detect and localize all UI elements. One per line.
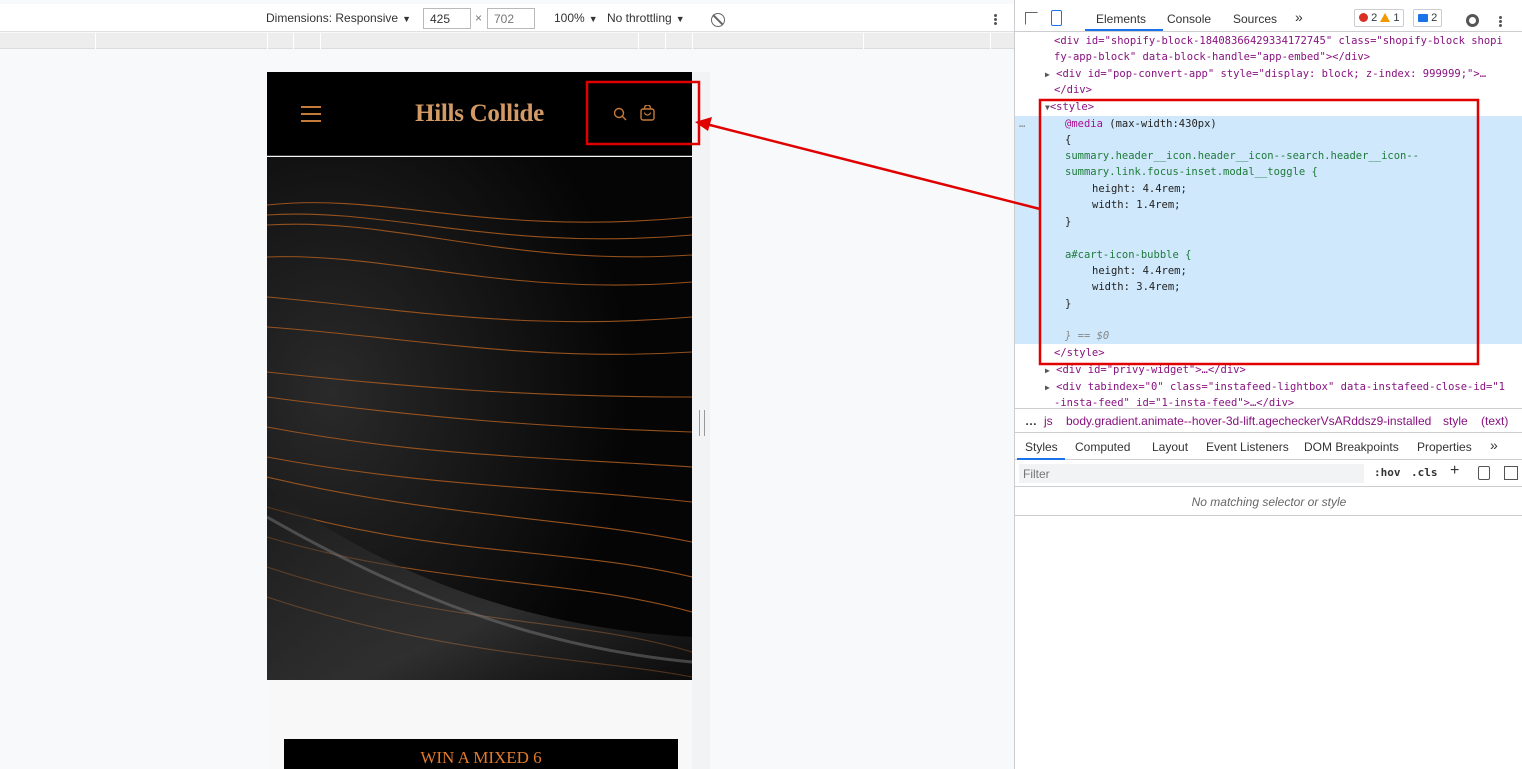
- breadcrumb-item-text[interactable]: (text): [1481, 414, 1508, 428]
- css-line[interactable]: {: [1065, 132, 1071, 148]
- zoom-label: 100%: [554, 11, 585, 25]
- issues-badge[interactable]: 2 1: [1354, 9, 1405, 27]
- breadcrumb-item-js[interactable]: js: [1044, 414, 1053, 428]
- hero-banner-image: [267, 157, 692, 680]
- cart-icon[interactable]: [640, 105, 655, 121]
- promo-text: WIN A MIXED 6: [420, 748, 542, 767]
- breadcrumb-item-body[interactable]: body.gradient.animate--hover-3d-lift.age…: [1066, 414, 1431, 428]
- throttling-label: No throttling: [607, 11, 672, 25]
- css-declaration[interactable]: width: 3.4rem;: [1092, 279, 1181, 295]
- device-toolbar: Dimensions: Responsive▼ × 100%▼ No throt…: [0, 4, 1014, 32]
- selected-node-marker: } == $0: [1065, 330, 1110, 342]
- device-emulation-pane: Dimensions: Responsive▼ × 100%▼ No throt…: [0, 0, 1014, 769]
- dimensions-dropdown[interactable]: Dimensions: Responsive ▼: [266, 11, 411, 25]
- dom-line[interactable]: ▶ <div id="pop-convert-app" style="displ…: [1045, 66, 1486, 83]
- zoom-dropdown[interactable]: 100% ▼: [554, 11, 598, 25]
- styles-filter-input[interactable]: [1019, 464, 1364, 483]
- width-input[interactable]: [423, 8, 471, 29]
- resize-handle[interactable]: [699, 410, 705, 436]
- css-selector[interactable]: summary.link.focus-inset.modal__toggle {: [1065, 164, 1318, 180]
- inspect-element-icon[interactable]: [1025, 12, 1038, 25]
- more-options-icon[interactable]: [1496, 15, 1504, 19]
- more-subtabs-icon[interactable]: »: [1490, 437, 1498, 453]
- dom-line[interactable]: ▶ <div id="privy-widget">…</div>: [1045, 362, 1246, 379]
- error-count: 2: [1371, 12, 1378, 24]
- styles-subtabbar: Styles Computed Layout Event Listeners D…: [1015, 434, 1522, 460]
- tab-elements[interactable]: Elements: [1096, 12, 1146, 26]
- no-match-message: No matching selector or style: [1015, 488, 1522, 516]
- css-line[interactable]: @media (max-width:430px): [1065, 116, 1217, 132]
- device-viewport: Hills Collide WIN A MIXED 6: [267, 72, 692, 769]
- dom-line[interactable]: </div>: [1054, 82, 1092, 98]
- toggle-sidebar-icon[interactable]: [1504, 466, 1518, 480]
- dom-line[interactable]: fy-app-block" data-block-handle="app-emb…: [1054, 49, 1370, 65]
- height-input[interactable]: [487, 8, 535, 29]
- messages-badge[interactable]: 2: [1413, 9, 1443, 27]
- tab-styles[interactable]: Styles: [1025, 440, 1058, 454]
- css-declaration[interactable]: width: 1.4rem;: [1092, 197, 1181, 213]
- tab-dom-breakpoints[interactable]: DOM Breakpoints: [1304, 440, 1399, 454]
- node-gutter-menu[interactable]: …: [1019, 116, 1025, 132]
- devtools-panel: Elements Console Sources » 2 1 2 … <div …: [1014, 0, 1522, 769]
- hov-toggle[interactable]: :hov: [1374, 466, 1401, 479]
- dom-line-text: <div id="privy-widget">…</div>: [1056, 364, 1246, 376]
- tab-properties[interactable]: Properties: [1417, 440, 1472, 454]
- dom-line[interactable]: <div id="shopify-block-18408366429334172…: [1054, 33, 1503, 49]
- paint-icon[interactable]: [1478, 466, 1490, 480]
- dom-line-text: <div tabindex="0" class="instafeed-light…: [1056, 381, 1505, 393]
- cls-toggle[interactable]: .cls: [1411, 466, 1438, 479]
- times-sign: ×: [475, 11, 483, 25]
- site-header: Hills Collide: [267, 72, 692, 156]
- active-tab-indicator: [1085, 29, 1163, 31]
- more-options-icon[interactable]: [990, 13, 1000, 27]
- device-toolbar-icon[interactable]: [1051, 10, 1062, 26]
- dimensions-label: Dimensions: Responsive: [266, 11, 399, 25]
- dom-tree[interactable]: … <div id="shopify-block-184083664293341…: [1015, 33, 1522, 408]
- dom-line[interactable]: </style>: [1054, 345, 1105, 361]
- dom-line-text: <div id="pop-convert-app" style="display…: [1056, 68, 1487, 80]
- styles-filter-bar: :hov .cls +: [1015, 460, 1522, 487]
- message-icon: [1418, 14, 1428, 22]
- search-icon[interactable]: [613, 107, 627, 121]
- warning-icon: [1380, 13, 1391, 22]
- css-query: (max-width:430px): [1102, 118, 1217, 130]
- breadcrumb-item-style[interactable]: style: [1443, 414, 1468, 428]
- error-icon: [1359, 13, 1368, 22]
- chevron-down-icon: ▼: [675, 14, 685, 24]
- more-tabs-icon[interactable]: »: [1295, 9, 1303, 25]
- chevron-down-icon: ▼: [588, 14, 598, 24]
- tab-layout[interactable]: Layout: [1152, 440, 1188, 454]
- devtools-tabbar: Elements Console Sources » 2 1 2: [1015, 4, 1522, 32]
- message-count: 2: [1431, 12, 1438, 24]
- css-line[interactable]: }: [1065, 296, 1071, 312]
- breadcrumb-overflow[interactable]: …: [1025, 414, 1037, 428]
- warning-count: 1: [1393, 12, 1400, 24]
- tab-event-listeners[interactable]: Event Listeners: [1206, 440, 1289, 454]
- dom-line-text: <style>: [1049, 101, 1095, 113]
- rotate-icon[interactable]: [711, 13, 725, 27]
- tab-sources[interactable]: Sources: [1233, 12, 1277, 26]
- add-rule-button[interactable]: +: [1450, 462, 1459, 480]
- breadcrumb: … js body.gradient.animate--hover-3d-lif…: [1015, 408, 1522, 433]
- css-keyword: @media: [1065, 118, 1103, 130]
- dom-line[interactable]: -insta-feed" id="1-insta-feed">…</div>: [1054, 395, 1294, 408]
- dom-line-style[interactable]: ▼<style>: [1045, 99, 1094, 116]
- dom-line[interactable]: ▶ <div tabindex="0" class="instafeed-lig…: [1045, 379, 1505, 396]
- chevron-down-icon: ▼: [402, 14, 411, 24]
- css-selector[interactable]: a#cart-icon-bubble {: [1065, 247, 1191, 263]
- css-selector[interactable]: summary.header__icon.header__icon--searc…: [1065, 148, 1419, 164]
- css-line[interactable]: }: [1065, 214, 1071, 230]
- throttling-dropdown[interactable]: No throttling ▼: [607, 11, 685, 25]
- promo-bar[interactable]: WIN A MIXED 6: [284, 739, 678, 769]
- site-logo[interactable]: Hills Collide: [267, 100, 692, 128]
- gear-icon[interactable]: [1466, 14, 1479, 27]
- css-declaration[interactable]: height: 4.4rem;: [1092, 263, 1187, 279]
- tab-computed[interactable]: Computed: [1075, 440, 1130, 454]
- css-declaration[interactable]: height: 4.4rem;: [1092, 181, 1187, 197]
- media-query-ruler: [0, 33, 1014, 49]
- tab-console[interactable]: Console: [1167, 12, 1211, 26]
